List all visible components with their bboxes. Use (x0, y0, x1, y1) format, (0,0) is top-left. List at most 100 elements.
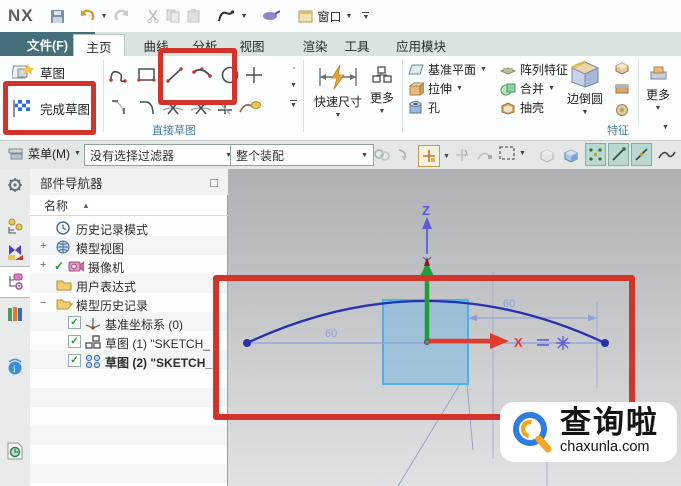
direct-sketch-gallery-dropdown[interactable]: ▼ (290, 100, 297, 109)
constraint-navigator-tab[interactable] (5, 242, 25, 262)
finish-sketch-button[interactable]: 完成草图 (12, 98, 90, 118)
edge-blend-button[interactable]: 边倒圆 ▼ (562, 58, 608, 124)
more-sketch-dropdown[interactable]: ▼ (366, 108, 398, 115)
snap-point-menu-button[interactable]: ▼ (418, 145, 450, 167)
tree-row-model-history[interactable]: − 模型历史记录 (30, 295, 227, 314)
part-navigator-tab[interactable] (5, 271, 25, 291)
menu-dropdown[interactable]: ▼ (74, 150, 81, 157)
point-tool-button[interactable] (242, 62, 266, 88)
datum-plane-button[interactable]: 基准平面 ▼ (408, 61, 487, 78)
snap-point-dropdown[interactable]: ▼ (443, 153, 450, 160)
undo-dropdown[interactable]: ▼ (101, 13, 108, 20)
hole-button[interactable]: 孔 (408, 99, 440, 116)
rectangle-select-button[interactable]: ▼ (498, 145, 526, 161)
expander-icon[interactable]: − (40, 297, 46, 309)
roles-tab[interactable] (6, 176, 24, 194)
find-component-button[interactable] (372, 145, 392, 165)
profile-tool-button[interactable] (106, 62, 132, 88)
direct-sketch-overflow-dropdown[interactable]: ▼ (290, 82, 297, 89)
more-feature-dropdown[interactable]: ▼ (639, 105, 677, 112)
snap-endpoint-button[interactable] (608, 143, 629, 166)
rectangle-tool-button[interactable] (134, 62, 160, 88)
checkbox-checked[interactable]: ✓ (68, 316, 81, 329)
tab-analysis[interactable]: 分析 (181, 34, 229, 56)
tree-row-sketch-1[interactable]: ✓ 草图 (1) "SKETCH_ (30, 333, 227, 352)
tab-home[interactable]: 主页 (73, 34, 125, 57)
checkbox-checked[interactable]: ✓ (68, 335, 81, 348)
undo-button[interactable] (79, 9, 95, 23)
extrude-dropdown[interactable]: ▼ (456, 85, 463, 92)
snap-enable-scene-dots-button[interactable] (585, 143, 606, 166)
redo-button[interactable] (114, 9, 130, 23)
unite-dropdown[interactable]: ▼ (548, 85, 555, 92)
arc-endpoint[interactable] (243, 339, 251, 347)
tree-row-model-views[interactable]: + 模型视图 (30, 238, 227, 257)
more-feature-button[interactable]: 更多 ▼ (638, 58, 677, 124)
window-menu-dropdown[interactable]: ▼ (346, 13, 353, 20)
feature-dialog-launcher[interactable]: ▼ (662, 124, 669, 131)
qat-customize-dropdown[interactable]: ▼ (362, 11, 370, 21)
tree-row-datum-csys[interactable]: ✓ 基准坐标系 (0) (30, 314, 227, 333)
work-view-button[interactable] (560, 144, 582, 166)
select-handles-button[interactable] (394, 145, 414, 165)
tree-row-history-mode[interactable]: 历史记录模式 (30, 219, 227, 238)
extrude-button[interactable]: 拉伸 ▼ (408, 80, 463, 97)
thread-feature-button[interactable] (612, 100, 632, 119)
sketch-constraints-button[interactable] (236, 94, 264, 120)
tab-application[interactable]: 应用模块 (381, 34, 461, 56)
web-browser-tab[interactable]: i (5, 357, 25, 377)
snap-point-toggle[interactable] (418, 145, 440, 167)
direct-sketch-overflow-dot[interactable]: · (292, 60, 296, 74)
menu-button[interactable]: 菜单(M) ▼ (8, 145, 81, 162)
draft-feature-button[interactable] (612, 79, 632, 98)
checkbox-checked[interactable]: ✓ (68, 354, 81, 367)
dimension-value-left[interactable]: 60 (325, 328, 337, 340)
rectangle-select-dropdown[interactable]: ▼ (519, 150, 526, 157)
origin-point[interactable] (424, 339, 430, 345)
edge-blend-dropdown[interactable]: ▼ (562, 109, 608, 116)
make-corner-button[interactable] (214, 94, 236, 120)
shell-button[interactable]: 抽壳 (500, 99, 544, 116)
end-point-button[interactable] (474, 145, 494, 165)
point-on-curve-button[interactable] (452, 145, 472, 165)
cut-button[interactable] (146, 9, 160, 23)
chamfer-feature-button[interactable] (612, 58, 632, 77)
style-brush-button[interactable] (262, 10, 280, 22)
shaded-view-button[interactable] (536, 144, 558, 166)
line-tool-button[interactable] (162, 62, 188, 88)
pattern-feature-button[interactable]: 阵列特征 (500, 61, 568, 78)
panel-pin-button[interactable]: □ (210, 175, 218, 190)
unite-button[interactable]: 合并 ▼ (500, 80, 555, 97)
more-sketch-button[interactable]: 更多 ▼ (366, 60, 398, 126)
tree-row-cameras[interactable]: + ✓ 摄像机 (30, 257, 227, 276)
history-tab[interactable] (5, 441, 25, 461)
tab-tools[interactable]: 工具 (333, 34, 381, 56)
curve-tool-dropdown[interactable]: ▼ (241, 13, 248, 20)
reuse-library-tab[interactable] (5, 304, 25, 324)
snap-on-curve-button[interactable] (656, 143, 678, 166)
tab-view[interactable]: 视图 (229, 34, 275, 56)
sketch-button[interactable]: 草图 (12, 62, 65, 82)
quick-extend-button[interactable] (188, 94, 214, 120)
selection-filter-dropdown[interactable]: 没有选择过滤器 ▼ (84, 144, 238, 166)
tab-curve[interactable]: 曲线 (131, 34, 181, 56)
rapid-dimension-dropdown[interactable]: ▼ (308, 112, 368, 119)
expander-icon[interactable]: + (40, 240, 46, 252)
selection-scope-dropdown[interactable]: 整个装配 ▼ (230, 144, 374, 166)
dimension-value-right[interactable]: 60 (503, 298, 515, 310)
quick-trim-button[interactable] (160, 94, 186, 120)
chamfer-tool-button[interactable] (134, 94, 160, 120)
name-column-header[interactable]: 名称 ▲ (30, 195, 228, 216)
copy-button[interactable] (166, 9, 181, 23)
fillet-tool-button[interactable] (106, 94, 132, 120)
rapid-dimension-button[interactable]: 快速尺寸 ▼ (308, 60, 368, 126)
expander-icon[interactable]: + (40, 259, 46, 271)
tree-row-sketch-2[interactable]: ✓ 草图 (2) "SKETCH_ (30, 352, 227, 371)
curve-tool-button[interactable] (217, 9, 235, 23)
datum-plane-dropdown[interactable]: ▼ (480, 66, 487, 73)
arc-endpoint[interactable] (601, 339, 609, 347)
paste-button[interactable] (187, 9, 201, 23)
snap-midpoint-button[interactable] (631, 143, 652, 166)
arc-tool-button[interactable] (190, 62, 216, 88)
window-menu-button[interactable]: 窗口 ▼ (298, 8, 353, 25)
